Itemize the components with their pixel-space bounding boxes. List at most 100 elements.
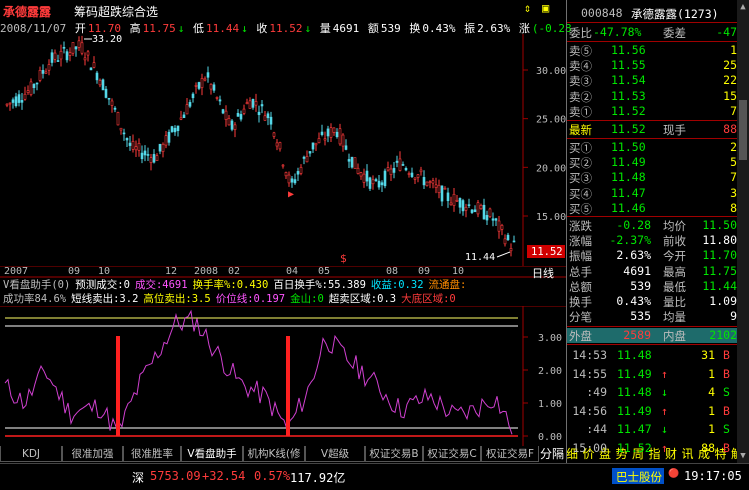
candle-body bbox=[182, 114, 186, 119]
stat-value: 11.70 bbox=[702, 248, 737, 263]
stock-name[interactable]: 承德露露 bbox=[3, 3, 51, 20]
candle-body bbox=[500, 225, 504, 230]
ask-price: 11.53 bbox=[611, 88, 646, 103]
ask-price: 11.54 bbox=[611, 73, 646, 88]
quote-header: 000848 承德露露(1273) bbox=[567, 6, 738, 21]
candle-body bbox=[77, 40, 81, 48]
candle-body bbox=[149, 157, 153, 163]
candle-body bbox=[86, 51, 90, 56]
candle-body bbox=[476, 202, 480, 215]
tick-price: 11.48 bbox=[617, 348, 652, 362]
stat-value: 9 bbox=[730, 309, 737, 324]
tab-hz-enhance[interactable]: 很准加强 bbox=[62, 446, 123, 462]
candle-body bbox=[311, 142, 315, 150]
bid-volume: 7 bbox=[730, 170, 737, 185]
candle-body bbox=[371, 179, 375, 185]
candle-body bbox=[272, 132, 276, 137]
candle-body bbox=[446, 192, 450, 202]
candle-body bbox=[287, 174, 291, 184]
candle-body bbox=[470, 209, 474, 213]
scroll-up-icon[interactable]: ▲ bbox=[738, 2, 748, 12]
outer-inner-row: 外盘 2589 内盘 2102 bbox=[567, 328, 738, 343]
stat-label: 量比 bbox=[663, 295, 686, 309]
candle-body bbox=[431, 180, 435, 184]
tab-v-macd[interactable]: V超级MACD bbox=[305, 446, 365, 476]
candle-body bbox=[227, 118, 231, 126]
tick-row: 15:00 11.52 ↑ 88 B bbox=[567, 441, 738, 456]
candle-body bbox=[401, 164, 405, 166]
index-change: +32.54 bbox=[202, 469, 246, 483]
candle-body bbox=[101, 79, 105, 91]
indicator-field: 收益:0.32 bbox=[370, 279, 424, 291]
candle-body bbox=[467, 204, 471, 206]
date-tick: 05 bbox=[318, 266, 331, 277]
candle-body bbox=[422, 177, 426, 186]
expand-icon[interactable]: ▣ bbox=[542, 1, 549, 15]
stat-label: 总额 bbox=[569, 279, 592, 294]
tab-v-assistant[interactable]: V看盘助手 bbox=[181, 446, 243, 462]
candle-body bbox=[110, 100, 114, 106]
candle-body bbox=[326, 128, 330, 137]
stat-value: 0.43% bbox=[616, 294, 651, 308]
quote-scrollbar[interactable]: ▲ ▼ bbox=[737, 0, 749, 463]
quote-tab[interactable]: 分隔 bbox=[540, 445, 564, 462]
candle-body bbox=[305, 156, 309, 163]
stat-value: 11.50 bbox=[702, 218, 737, 232]
ticker-name[interactable]: 巴士股份 bbox=[616, 469, 662, 485]
indicator-tabs: KDJ 很准加强 很准胜率 V看盘助手 机构K线(修 V超级MACD 权证交易B… bbox=[0, 446, 566, 476]
tick-arrow-icon: ↓ bbox=[661, 385, 668, 399]
candle-body bbox=[170, 126, 174, 132]
candle-body bbox=[11, 99, 15, 103]
weibi-value: -47.78% bbox=[593, 25, 642, 39]
indicator-name[interactable]: 筹码超跌综合选 bbox=[74, 3, 158, 20]
candle-body bbox=[161, 143, 165, 152]
signal-s-icon: $ bbox=[340, 252, 347, 265]
indicator-field: 金山:0 bbox=[290, 293, 324, 305]
bid-volume: 5 bbox=[730, 155, 737, 170]
candle-body bbox=[104, 88, 108, 98]
ask-volume: 7 bbox=[730, 103, 737, 118]
ask-price: 11.56 bbox=[611, 43, 646, 57]
tab-warrant-f[interactable]: 权证交易F bbox=[481, 446, 539, 462]
candlestick-chart[interactable]: 30.00 25.00 20.00 15.00 33.20 11.44 11.52 ▶… bbox=[0, 34, 566, 266]
candle-body bbox=[44, 71, 48, 74]
candle-body bbox=[320, 131, 324, 135]
tab-warrant-c[interactable]: 权证交易C bbox=[423, 446, 481, 462]
date-tick: 09 bbox=[418, 266, 431, 277]
indicator-chart[interactable]: 3.00 2.00 1.00 0.00 bbox=[0, 306, 566, 446]
stat-label: 均量 bbox=[663, 310, 686, 325]
indicator-field: 价位线:0.197 bbox=[215, 293, 286, 305]
candle-body bbox=[416, 174, 420, 178]
tab-warrant-b[interactable]: 权证交易B bbox=[365, 446, 423, 462]
candle-body bbox=[152, 154, 156, 163]
tab-institution-k[interactable]: 机构K线(修 bbox=[243, 446, 305, 462]
candle-body bbox=[92, 62, 96, 68]
candle-body bbox=[8, 102, 12, 105]
inner-label: 内盘 bbox=[663, 329, 686, 343]
candle-body bbox=[263, 115, 267, 121]
candle-body bbox=[413, 177, 417, 180]
candle-body bbox=[98, 79, 102, 86]
candle-body bbox=[164, 135, 168, 146]
ask-row: 卖⑤ 11.56 1 bbox=[567, 43, 738, 58]
bid-row: 买⑤ 11.46 8 bbox=[567, 201, 738, 216]
candle-body bbox=[185, 104, 189, 115]
candle-body bbox=[221, 109, 225, 114]
swap-icon[interactable]: ⇕ bbox=[524, 1, 531, 15]
scroll-thumb[interactable] bbox=[739, 100, 747, 160]
candle-body bbox=[23, 93, 27, 100]
candle-body bbox=[434, 184, 438, 188]
tab-kdj[interactable]: KDJ bbox=[0, 446, 62, 462]
candle-body bbox=[62, 46, 66, 49]
tab-hz-winrate[interactable]: 很准胜率 bbox=[123, 446, 181, 462]
candle-body bbox=[128, 142, 132, 146]
candle-body bbox=[14, 96, 18, 107]
candle-body bbox=[206, 72, 210, 78]
candle-body bbox=[17, 94, 21, 103]
date-tick: 09 bbox=[68, 266, 81, 277]
market-label[interactable]: 深 bbox=[132, 469, 144, 486]
candle-body bbox=[269, 116, 273, 125]
indicator-field: 流通盘: bbox=[428, 279, 467, 291]
scroll-down-icon[interactable]: ▼ bbox=[738, 451, 748, 461]
tick-side: S bbox=[723, 385, 730, 399]
